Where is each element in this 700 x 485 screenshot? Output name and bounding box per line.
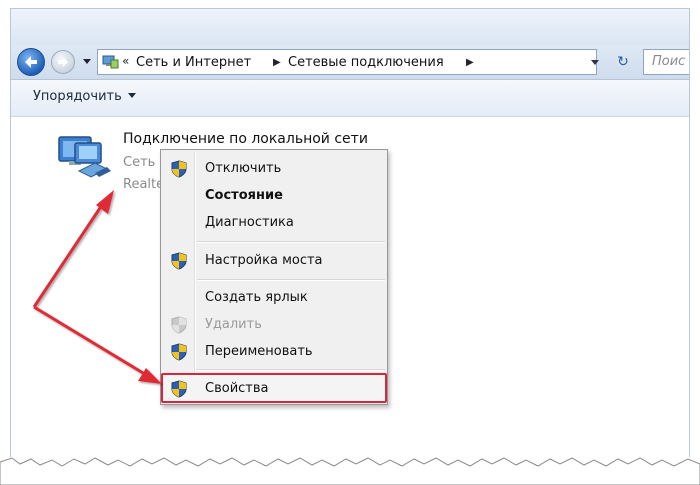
search-placeholder: Поис: [652, 54, 686, 69]
menu-item-label: Удалить: [205, 317, 262, 332]
context-menu: Отключить Состояние Диагностика Настройк…: [160, 149, 388, 405]
menu-item-properties[interactable]: Свойства: [161, 373, 387, 403]
address-bar[interactable]: « Сеть и Интернет ▶ Сетевые подключения …: [97, 49, 599, 75]
refresh-icon[interactable]: ↻: [609, 51, 637, 73]
menu-item-label: Настройка моста: [205, 253, 323, 268]
title-bar: [11, 9, 689, 45]
menu-item-label: Создать ярлык: [205, 290, 308, 305]
menu-item-bridge[interactable]: Настройка моста: [163, 248, 385, 274]
menu-item-delete: Удалить: [163, 312, 385, 338]
recent-pages-dropdown[interactable]: [83, 59, 91, 64]
torn-edge: [0, 457, 700, 485]
command-bar: Упорядочить: [11, 80, 689, 117]
crumb-network-internet[interactable]: Сеть и Интернет: [136, 55, 251, 70]
connection-adapter: Realte: [123, 177, 165, 192]
chevron-down-icon: [127, 93, 136, 98]
connection-name[interactable]: Подключение по локальной сети: [123, 131, 368, 147]
shield-icon: [171, 343, 187, 361]
menu-separator: [197, 279, 385, 281]
organize-button[interactable]: Упорядочить: [33, 89, 136, 104]
shield-icon: [171, 160, 187, 178]
organize-label: Упорядочить: [33, 89, 122, 104]
crumb-network-connections[interactable]: Сетевые подключения: [288, 55, 444, 70]
menu-item-create-shortcut[interactable]: Создать ярлык: [163, 285, 385, 311]
crumb-overflow-icon[interactable]: «: [122, 54, 129, 68]
back-button[interactable]: [17, 48, 45, 76]
connection-network: Сеть: [123, 155, 156, 170]
chevron-right-icon[interactable]: ▶: [273, 57, 281, 68]
forward-button[interactable]: [51, 50, 75, 74]
navigation-bar: « Сеть и Интернет ▶ Сетевые подключения …: [11, 45, 689, 80]
search-input[interactable]: Поис: [643, 49, 689, 75]
network-folder-icon: [102, 55, 119, 69]
shield-icon: [171, 380, 187, 398]
menu-item-label: Переименовать: [205, 344, 313, 359]
menu-item-label: Диагностика: [205, 215, 294, 230]
menu-item-rename[interactable]: Переименовать: [163, 339, 385, 365]
menu-item-label: Отключить: [205, 161, 282, 176]
address-dropdown-icon[interactable]: [591, 60, 599, 65]
network-adapter-icon[interactable]: [55, 133, 117, 183]
menu-item-disconnect[interactable]: Отключить: [163, 156, 385, 182]
arrow-left-icon: [25, 56, 37, 68]
menu-separator: [197, 369, 385, 371]
menu-separator: [197, 241, 385, 243]
menu-item-label: Состояние: [205, 188, 283, 203]
arrow-right-icon: [58, 57, 68, 67]
menu-item-diagnostics[interactable]: Диагностика: [163, 210, 385, 236]
shield-icon: [171, 316, 187, 334]
shield-icon: [171, 252, 187, 270]
chevron-right-icon[interactable]: ▶: [466, 57, 474, 68]
menu-item-status[interactable]: Состояние: [163, 183, 385, 209]
menu-item-label: Свойства: [205, 381, 269, 396]
